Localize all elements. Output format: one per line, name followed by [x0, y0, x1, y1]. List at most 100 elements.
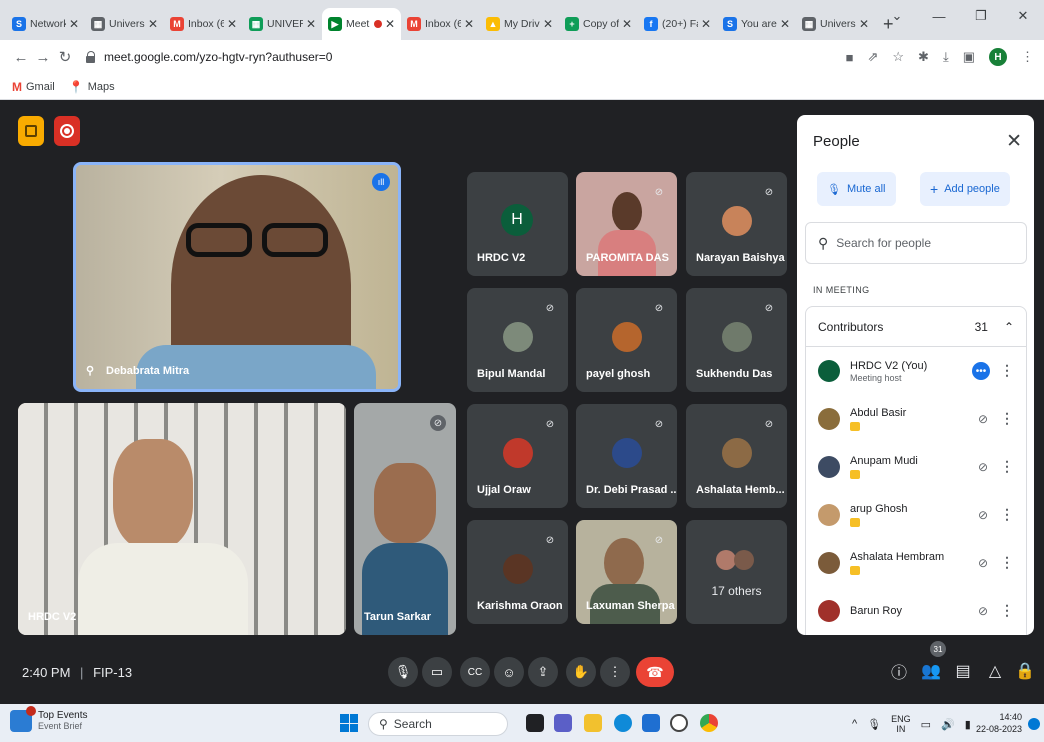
teams-icon[interactable]: [554, 714, 572, 732]
muted-mic-icon[interactable]: ⊘: [978, 412, 988, 426]
bookmark-gmail[interactable]: M Gmail: [12, 80, 55, 94]
more-actions-icon[interactable]: ⋮: [1000, 554, 1014, 571]
muted-mic-icon[interactable]: ⊘: [978, 604, 988, 618]
taskbar-search[interactable]: ⚲ Search: [368, 712, 508, 736]
taskbar-clock[interactable]: 14:40 22-08-2023: [976, 711, 1022, 735]
browser-tab[interactable]: M Inbox (63✕: [401, 8, 480, 40]
participant-tile[interactable]: ⊘ Karishma Oraon: [467, 520, 568, 624]
recording-icon[interactable]: [54, 116, 80, 146]
battery-icon[interactable]: ▮: [965, 718, 971, 731]
language-indicator[interactable]: ENG IN: [891, 714, 911, 734]
camera-in-use-icon[interactable]: ■: [846, 50, 854, 65]
browser-tab[interactable]: ▲ My Drive✕: [480, 8, 559, 40]
start-button[interactable]: [340, 714, 358, 732]
person-row[interactable]: arup Ghosh ⊘ ⋮: [806, 491, 1026, 539]
host-controls-icon[interactable]: 🔒: [1014, 660, 1036, 682]
participant-tile[interactable]: ⊘ Dr. Debi Prasad ...: [576, 404, 677, 508]
tab-close-icon[interactable]: ✕: [148, 17, 158, 31]
pin-icon[interactable]: ⚲: [86, 364, 94, 377]
more-actions-icon[interactable]: ⋮: [1000, 602, 1014, 619]
chevron-up-icon[interactable]: ⌃: [1004, 320, 1014, 334]
browser-tab[interactable]: ▶ Meet ✕: [322, 8, 401, 40]
tab-close-icon[interactable]: ✕: [859, 17, 869, 31]
more-actions-icon[interactable]: ⋮: [1000, 458, 1014, 475]
camera-button[interactable]: ▭: [422, 657, 452, 687]
notification-icon[interactable]: [1028, 718, 1040, 730]
tab-close-icon[interactable]: ✕: [701, 17, 711, 31]
participant-tile[interactable]: ⊘ payel ghosh: [576, 288, 677, 392]
leave-call-button[interactable]: ☎: [636, 657, 674, 687]
person-row[interactable]: Ashalata Hembram ⊘ ⋮: [806, 539, 1026, 587]
people-search-input[interactable]: ⚲ Search for people: [805, 222, 1027, 264]
muted-mic-icon[interactable]: ⊘: [978, 556, 988, 570]
edge-icon[interactable]: [614, 714, 632, 732]
widgets-button[interactable]: Top Events Event Brief: [10, 706, 87, 732]
profile-avatar[interactable]: H: [989, 48, 1007, 66]
task-view-icon[interactable]: [526, 714, 544, 732]
network-icon[interactable]: ▭: [921, 718, 931, 731]
bookmark-maps[interactable]: 📍 Maps: [69, 80, 115, 94]
more-actions-icon[interactable]: ⋮: [1000, 410, 1014, 427]
person-row[interactable]: Barun Roy ⊘ ⋮: [806, 587, 1026, 635]
file-explorer-icon[interactable]: [584, 714, 602, 732]
tab-search-icon[interactable]: ⌄: [876, 8, 918, 24]
others-tile[interactable]: 17 others: [686, 520, 787, 624]
minimize-button[interactable]: —: [918, 9, 960, 24]
activities-shapes-icon[interactable]: △: [984, 660, 1006, 682]
add-people-button[interactable]: + Add people: [920, 172, 1010, 206]
tab-close-icon[interactable]: ✕: [69, 17, 79, 31]
address-bar[interactable]: meet.google.com/yzo-hgtv-ryn?authuser=0: [86, 50, 846, 64]
meeting-details-icon[interactable]: ⓘ: [888, 660, 910, 682]
person-row[interactable]: Anupam Mudi ⊘ ⋮: [806, 443, 1026, 491]
browser-tab[interactable]: f (20+) Fac✕: [638, 8, 717, 40]
tab-close-icon[interactable]: ✕: [780, 17, 790, 31]
chrome-icon[interactable]: [700, 714, 718, 732]
browser-tab[interactable]: M Inbox (64✕: [164, 8, 243, 40]
more-actions-icon[interactable]: ⋮: [1000, 506, 1014, 523]
sidepanel-icon[interactable]: ▣: [963, 49, 975, 65]
participant-tile[interactable]: ⊘ Ujjal Oraw: [467, 404, 568, 508]
participant-tile-hrdc[interactable]: HRDC V2: [18, 403, 346, 635]
raise-hand-button[interactable]: ✋: [566, 657, 596, 687]
person-row[interactable]: Abdul Basir ⊘ ⋮: [806, 395, 1026, 443]
browser-tab[interactable]: S You are s✕: [717, 8, 796, 40]
more-options-button[interactable]: ⋮: [600, 657, 630, 687]
tab-close-icon[interactable]: ✕: [227, 17, 237, 31]
participant-tile[interactable]: ⊘ Bipul Mandal: [467, 288, 568, 392]
extensions-icon[interactable]: ✱: [918, 49, 929, 65]
download-icon[interactable]: ⤓: [943, 49, 949, 65]
mute-all-button[interactable]: 🎙 Mute all: [817, 172, 896, 206]
share-icon[interactable]: ⇗: [867, 49, 878, 65]
tab-close-icon[interactable]: ✕: [306, 17, 316, 31]
volume-icon[interactable]: 🔊: [941, 718, 955, 731]
browser-tab[interactable]: S Network ✕: [6, 8, 85, 40]
participant-tile[interactable]: ⊘ PAROMITA DAS: [576, 172, 677, 276]
chevron-up-icon[interactable]: ^: [852, 718, 857, 730]
store-icon[interactable]: [642, 714, 660, 732]
browser-tab[interactable]: ▦ Universit✕: [85, 8, 164, 40]
muted-mic-icon[interactable]: ⊘: [978, 460, 988, 474]
person-row[interactable]: HRDC V2 (You) Meeting host ••• ⋮: [806, 347, 1026, 395]
close-icon[interactable]: ✕: [1006, 130, 1022, 153]
contributors-header[interactable]: Contributors 31 ⌃: [806, 307, 1026, 347]
menu-kebab-icon[interactable]: ⋮: [1021, 49, 1034, 65]
bookmark-star-icon[interactable]: ☆: [892, 49, 904, 65]
tab-close-icon[interactable]: ✕: [543, 17, 553, 31]
forward-icon[interactable]: →: [32, 49, 54, 66]
participant-tile[interactable]: ⊘ Ashalata Hemb...: [686, 404, 787, 508]
participant-tile-featured[interactable]: ıll ⚲ Debabrata Mitra: [73, 162, 401, 392]
browser-tab[interactable]: + Copy of ✕: [559, 8, 638, 40]
close-window-button[interactable]: ✕: [1002, 8, 1044, 24]
captions-button[interactable]: CC: [460, 657, 490, 687]
browser-tab[interactable]: ▦ UNIVERSI✕: [243, 8, 322, 40]
tab-close-icon[interactable]: ✕: [464, 17, 474, 31]
microphone-button[interactable]: 🎙: [388, 657, 418, 687]
participant-tile[interactable]: ⊘ Narayan Baishya: [686, 172, 787, 276]
emoji-button[interactable]: ☺: [494, 657, 524, 687]
participant-tile[interactable]: H HRDC V2: [467, 172, 568, 276]
participant-tile[interactable]: ⊘ Laxuman Sherpa: [576, 520, 677, 624]
reload-icon[interactable]: ↻: [54, 48, 76, 66]
people-icon[interactable]: 👥: [920, 660, 942, 682]
participant-tile[interactable]: ⊘ Sukhendu Das: [686, 288, 787, 392]
tab-close-icon[interactable]: ✕: [622, 17, 632, 31]
